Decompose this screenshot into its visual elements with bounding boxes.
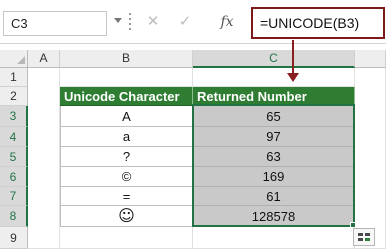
cell-b4[interactable]: a bbox=[60, 127, 193, 147]
formula-bar-grip[interactable] bbox=[128, 13, 132, 33]
row-header-9[interactable]: 9 bbox=[0, 227, 28, 249]
row-header-7[interactable]: 7 bbox=[0, 187, 28, 206]
cell-b9[interactable] bbox=[60, 227, 193, 249]
cell-b6[interactable]: © bbox=[60, 167, 193, 187]
row-header-5[interactable]: 5 bbox=[0, 147, 28, 167]
cell-c1[interactable] bbox=[193, 68, 355, 87]
row-header-6[interactable]: 6 bbox=[0, 167, 28, 187]
formula-input[interactable]: =UNICODE(B3) bbox=[251, 7, 385, 39]
fx-icon[interactable]: fx bbox=[215, 11, 239, 33]
arrow-line bbox=[292, 40, 294, 74]
row-header-8[interactable]: 8 bbox=[0, 206, 28, 227]
column-header-b[interactable]: B bbox=[60, 50, 193, 68]
row-header-3[interactable]: 3 bbox=[0, 106, 28, 127]
row-header-2[interactable]: 2 bbox=[0, 87, 28, 106]
quick-analysis-icon[interactable] bbox=[353, 228, 375, 246]
arrow-down-icon bbox=[287, 73, 299, 82]
cell-b7[interactable]: = bbox=[60, 187, 193, 206]
dropdown-caret-icon[interactable] bbox=[114, 18, 122, 23]
column-header-a[interactable]: A bbox=[28, 50, 60, 68]
select-all-icon bbox=[17, 56, 25, 64]
cell-b3[interactable]: A bbox=[60, 106, 193, 127]
header-unicode-character[interactable]: Unicode Character bbox=[60, 87, 193, 106]
column-a-cells[interactable] bbox=[28, 68, 60, 249]
cell-c9[interactable] bbox=[193, 227, 355, 249]
cell-b1[interactable] bbox=[60, 68, 193, 87]
row-header-1[interactable]: 1 bbox=[0, 68, 28, 87]
column-header-c[interactable]: C bbox=[193, 50, 355, 68]
cancel-icon[interactable]: ✕ bbox=[144, 12, 162, 32]
smiley-icon[interactable]: ☺ bbox=[60, 206, 193, 227]
column-header-d[interactable] bbox=[355, 50, 386, 68]
row-header-4[interactable]: 4 bbox=[0, 127, 28, 147]
name-box[interactable]: C3 bbox=[3, 11, 107, 36]
selection-border bbox=[192, 104, 355, 227]
cell-b5[interactable]: ? bbox=[60, 147, 193, 167]
enter-icon[interactable]: ✓ bbox=[176, 12, 194, 32]
column-d-cells[interactable] bbox=[355, 68, 386, 249]
